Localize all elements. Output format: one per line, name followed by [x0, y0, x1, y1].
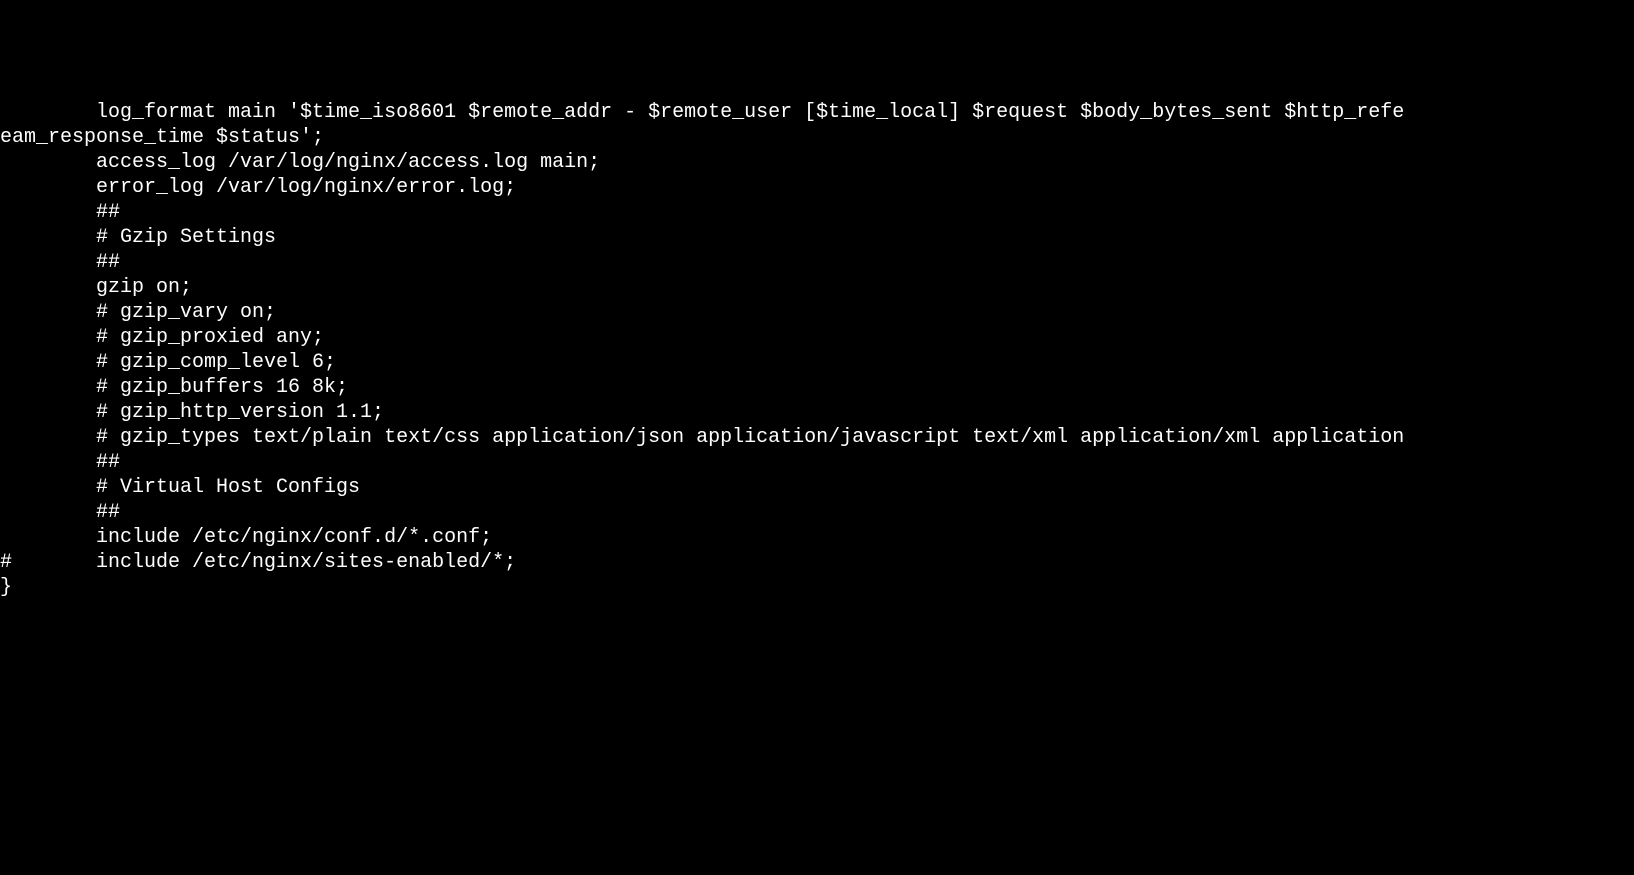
config-line: # gzip_comp_level 6;: [0, 350, 1634, 375]
config-line: # gzip_http_version 1.1;: [0, 400, 1634, 425]
config-line: # Gzip Settings: [0, 225, 1634, 250]
config-line: gzip on;: [0, 275, 1634, 300]
config-line: # Virtual Host Configs: [0, 475, 1634, 500]
config-line: # gzip_types text/plain text/css applica…: [0, 425, 1634, 450]
config-line: # gzip_vary on;: [0, 300, 1634, 325]
config-line: ##: [0, 250, 1634, 275]
config-line: ##: [0, 450, 1634, 475]
config-line: # include /etc/nginx/sites-enabled/*;: [0, 550, 1634, 575]
config-line: # gzip_buffers 16 8k;: [0, 375, 1634, 400]
terminal-output[interactable]: log_format main '$time_iso8601 $remote_a…: [0, 100, 1634, 750]
config-line: include /etc/nginx/conf.d/*.conf;: [0, 525, 1634, 550]
config-line: access_log /var/log/nginx/access.log mai…: [0, 150, 1634, 175]
config-line: ##: [0, 500, 1634, 525]
config-line: eam_response_time $status';: [0, 125, 1634, 150]
config-line: ##: [0, 200, 1634, 225]
config-line: # gzip_proxied any;: [0, 325, 1634, 350]
config-line: }: [0, 575, 1634, 600]
config-line: error_log /var/log/nginx/error.log;: [0, 175, 1634, 200]
config-line: log_format main '$time_iso8601 $remote_a…: [0, 100, 1634, 125]
